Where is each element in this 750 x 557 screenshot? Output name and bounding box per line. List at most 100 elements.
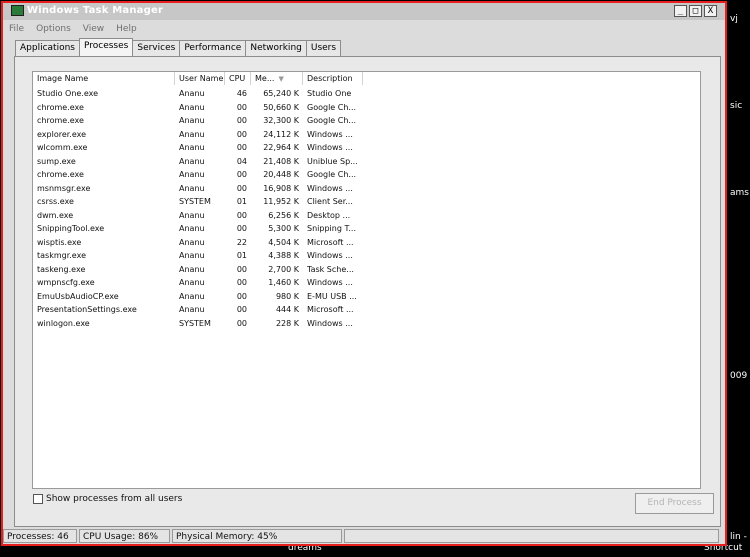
table-row[interactable]: chrome.exe Ananu 00 50,660 K Google Ch... xyxy=(33,101,697,115)
process-list[interactable]: Image Name User Name CPU Me... ▼ Descript… xyxy=(32,71,701,489)
status-cpu-usage: CPU Usage: 86% xyxy=(79,529,170,543)
show-all-users-checkbox[interactable] xyxy=(33,494,43,504)
column-memory[interactable]: Me... ▼ xyxy=(251,72,303,85)
show-all-users-toggle[interactable]: Show processes from all users xyxy=(33,494,182,504)
description-cell: Google Ch... xyxy=(307,116,357,125)
memory-cell: 65,240 K xyxy=(263,89,299,98)
image-name-cell: dwm.exe xyxy=(37,210,74,220)
image-name-cell: csrss.exe xyxy=(37,197,74,206)
user-name-cell: SYSTEM xyxy=(179,318,211,328)
table-row[interactable]: SnippingTool.exe Ananu 00 5,300 K Snipping T… xyxy=(33,222,697,236)
table-row[interactable]: wmpnscfg.exe Ananu 00 1,460 K Windows ... xyxy=(33,276,697,290)
description-cell: Google Ch... xyxy=(307,102,357,112)
cpu-cell: 00 xyxy=(236,291,247,301)
cpu-cell: 01 xyxy=(236,197,247,206)
table-row[interactable]: chrome.exe Ananu 00 32,300 K Google Ch... xyxy=(33,114,697,128)
column-description[interactable]: Description xyxy=(303,72,363,85)
description-cell: Desktop ... xyxy=(307,210,351,220)
user-name-cell: Ananu xyxy=(179,143,205,152)
task-manager-app-icon xyxy=(11,5,24,16)
minimize-button[interactable]: _ xyxy=(674,5,687,17)
column-image-name[interactable]: Image Name xyxy=(33,72,175,85)
cpu-cell: 00 xyxy=(236,264,247,274)
memory-cell: 32,300 K xyxy=(263,116,299,125)
table-row[interactable]: EmuUsbAudioCP.exe Ananu 00 980 K E-MU USB ..… xyxy=(33,290,697,304)
maximize-button[interactable]: □ xyxy=(689,5,702,17)
description-cell: Windows ... xyxy=(307,143,353,152)
memory-cell: 11,952 K xyxy=(263,197,299,206)
description-cell: Task Sche... xyxy=(307,264,354,274)
description-cell: Snipping T... xyxy=(307,224,357,233)
desktop-fragment: vj xyxy=(730,14,738,24)
cpu-cell: 00 xyxy=(236,143,247,152)
status-physical-memory: Physical Memory: 45% xyxy=(172,529,342,543)
memory-cell: 228 K xyxy=(275,318,299,328)
table-row[interactable]: wisptis.exe Ananu 22 4,504 K Microsoft ... xyxy=(33,236,697,250)
column-user-name[interactable]: User Name xyxy=(175,72,225,85)
tab-processes[interactable]: Processes xyxy=(78,38,134,56)
image-name-cell: chrome.exe xyxy=(37,116,84,125)
table-row[interactable]: Studio One.exe Ananu 46 65,240 K Studio One xyxy=(33,87,697,101)
memory-cell: 16,908 K xyxy=(263,183,299,193)
cpu-cell: 01 xyxy=(236,251,247,260)
table-row[interactable]: wlcomm.exe Ananu 00 22,964 K Windows ... xyxy=(33,141,697,155)
table-row[interactable]: chrome.exe Ananu 00 20,448 K Google Ch... xyxy=(33,168,697,182)
tab-performance[interactable]: Performance xyxy=(179,40,247,56)
menu-options[interactable]: Options xyxy=(36,21,71,37)
memory-cell: 2,700 K xyxy=(268,264,299,274)
table-row[interactable]: msnmsgr.exe Ananu 00 16,908 K Windows ... xyxy=(33,182,697,196)
description-cell: Windows ... xyxy=(307,318,353,328)
cpu-cell: 00 xyxy=(236,170,247,179)
close-button[interactable]: X xyxy=(704,5,717,17)
description-cell: Windows ... xyxy=(307,129,353,139)
tab-strip: Applications Processes Services Performa… xyxy=(15,38,342,56)
user-name-cell: Ananu xyxy=(179,183,205,193)
title-bar[interactable]: Windows Task Manager _ □ X xyxy=(3,3,725,20)
table-row[interactable]: csrss.exe SYSTEM 01 11,952 K Client Ser... xyxy=(33,195,697,209)
tab-services[interactable]: Services xyxy=(132,40,181,56)
table-row[interactable]: PresentationSettings.exe Ananu 00 444 K Micr… xyxy=(33,303,697,317)
image-name-cell: winlogon.exe xyxy=(37,318,90,328)
user-name-cell: Ananu xyxy=(179,170,205,179)
menu-view[interactable]: View xyxy=(83,21,104,37)
memory-cell: 21,408 K xyxy=(263,156,299,166)
end-process-button[interactable]: End Process xyxy=(635,493,714,514)
window-title: Windows Task Manager xyxy=(27,5,164,16)
window-controls: _ □ X xyxy=(674,5,717,17)
image-name-cell: taskeng.exe xyxy=(37,264,86,274)
image-name-cell: Studio One.exe xyxy=(37,89,99,98)
status-processes: Processes: 46 xyxy=(3,529,77,543)
table-row[interactable]: winlogon.exe SYSTEM 00 228 K Windows ... xyxy=(33,317,697,331)
image-name-cell: chrome.exe xyxy=(37,102,84,112)
table-row[interactable]: explorer.exe Ananu 00 24,112 K Windows ... xyxy=(33,128,697,142)
user-name-cell: Ananu xyxy=(179,156,205,166)
cpu-cell: 00 xyxy=(236,278,247,287)
table-row[interactable]: dwm.exe Ananu 00 6,256 K Desktop ... xyxy=(33,209,697,223)
description-cell: Google Ch... xyxy=(307,170,357,179)
table-row[interactable]: taskeng.exe Ananu 00 2,700 K Task Sche... xyxy=(33,263,697,277)
memory-cell: 50,660 K xyxy=(263,102,299,112)
column-cpu[interactable]: CPU xyxy=(225,72,251,85)
table-row[interactable]: taskmgr.exe Ananu 01 4,388 K Windows ... xyxy=(33,249,697,263)
cpu-cell: 46 xyxy=(236,89,247,98)
table-row[interactable]: sump.exe Ananu 04 21,408 K Uniblue Sp... xyxy=(33,155,697,169)
status-spacer xyxy=(344,529,719,543)
desktop-fragment: sic xyxy=(730,101,743,111)
image-name-cell: msnmsgr.exe xyxy=(37,183,91,193)
user-name-cell: Ananu xyxy=(179,224,205,233)
description-cell: E-MU USB ... xyxy=(307,291,357,301)
show-all-users-label: Show processes from all users xyxy=(46,494,183,504)
menu-help[interactable]: Help xyxy=(116,21,137,37)
memory-cell: 444 K xyxy=(275,305,299,314)
image-name-cell: chrome.exe xyxy=(37,170,84,179)
tab-users[interactable]: Users xyxy=(305,40,342,56)
task-manager-window: Windows Task Manager _ □ X File Options … xyxy=(1,1,727,546)
cpu-cell: 00 xyxy=(236,210,247,220)
tab-networking[interactable]: Networking xyxy=(245,40,307,56)
memory-cell: 5,300 K xyxy=(268,224,299,233)
user-name-cell: Ananu xyxy=(179,89,205,98)
desktop-fragment: ams xyxy=(730,188,749,198)
tab-applications[interactable]: Applications xyxy=(15,40,80,56)
menu-file[interactable]: File xyxy=(9,21,24,37)
image-name-cell: wlcomm.exe xyxy=(37,143,88,152)
